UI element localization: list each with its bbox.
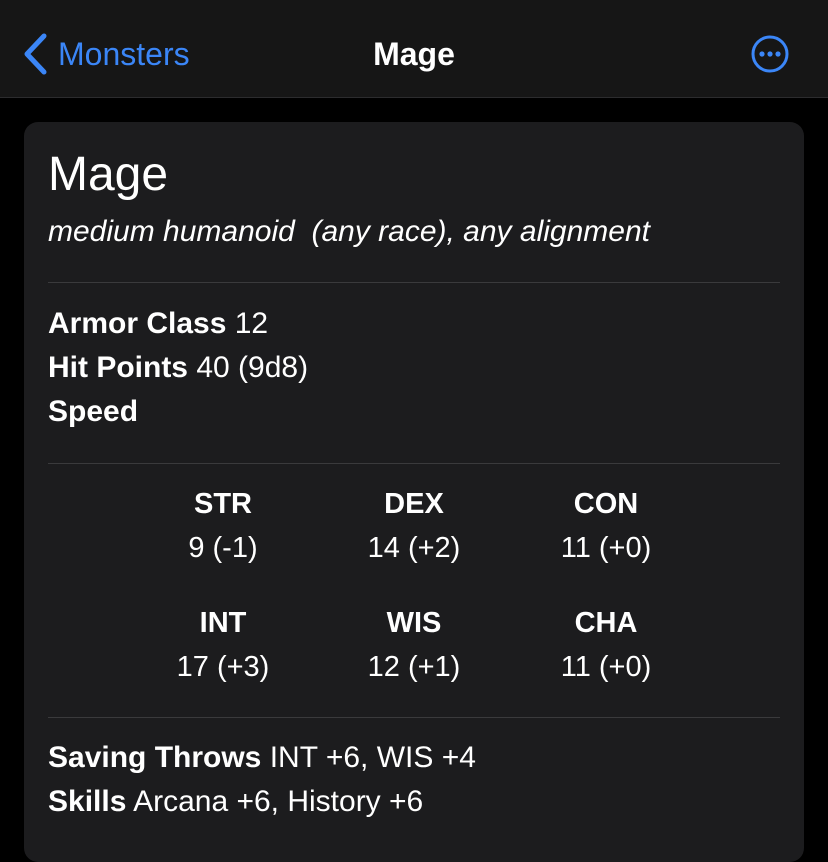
saving-throws-label: Saving Throws — [48, 741, 262, 774]
divider — [48, 717, 780, 718]
armor-class-value: 12 — [234, 307, 269, 340]
armor-class-label: Armor Class — [48, 307, 227, 340]
ability-score: 12 (+1) — [367, 651, 461, 683]
skills-label: Skills — [48, 785, 127, 818]
ability-label: STR — [194, 488, 252, 520]
page-title: Mage — [373, 36, 455, 72]
skills-value: Arcana +6, History +6 — [133, 785, 424, 818]
speed-line: Speed — [48, 392, 138, 432]
divider — [48, 463, 780, 464]
ability-label: CHA — [574, 607, 638, 639]
ability-score: 14 (+2) — [367, 532, 461, 564]
ability-con: CON 11 (+0) — [506, 484, 706, 568]
ability-cha: CHA 11 (+0) — [506, 603, 706, 687]
armor-class-line: Armor Class 12 — [48, 304, 268, 344]
ability-score: 11 (+0) — [560, 532, 652, 564]
ability-score: 17 (+3) — [176, 651, 270, 683]
hit-points-label: Hit Points — [48, 351, 188, 384]
saving-throws-value: INT +6, WIS +4 — [269, 741, 476, 774]
ability-wis: WIS 12 (+1) — [314, 603, 514, 687]
ability-str: STR 9 (-1) — [123, 484, 323, 568]
ability-label: WIS — [386, 607, 442, 639]
ability-label: CON — [573, 488, 639, 520]
navigation-bar: Monsters Mage — [0, 0, 828, 98]
divider — [48, 282, 780, 283]
monster-subtitle: medium humanoid (any race), any alignmen… — [48, 215, 650, 248]
monster-stat-card: Mage medium humanoid (any race), any ali… — [24, 122, 804, 862]
saving-throws-line: Saving Throws INT +6, WIS +4 — [48, 738, 476, 778]
ability-label: INT — [199, 607, 247, 639]
ability-score: 11 (+0) — [560, 651, 652, 683]
hit-points-value: 40 (9d8) — [196, 351, 309, 384]
hit-points-line: Hit Points 40 (9d8) — [48, 348, 308, 388]
speed-label: Speed — [48, 395, 139, 428]
ability-label: DEX — [384, 488, 444, 520]
ability-int: INT 17 (+3) — [123, 603, 323, 687]
monster-name: Mage — [48, 148, 169, 201]
ellipsis-circle-icon[interactable] — [750, 34, 790, 74]
ability-dex: DEX 14 (+2) — [314, 484, 514, 568]
ability-score: 9 (-1) — [188, 532, 258, 564]
skills-line: Skills Arcana +6, History +6 — [48, 782, 423, 822]
